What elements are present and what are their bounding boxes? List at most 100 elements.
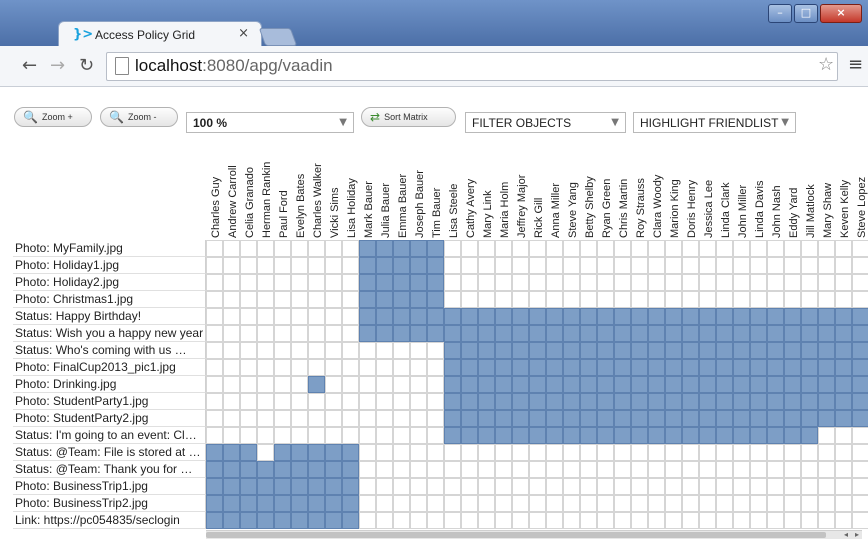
- access-cell[interactable]: [852, 427, 868, 444]
- access-cell[interactable]: [359, 444, 376, 461]
- access-cell-granted[interactable]: [223, 461, 240, 478]
- access-cell[interactable]: [733, 240, 750, 257]
- access-cell-granted[interactable]: [631, 308, 648, 325]
- access-cell-granted[interactable]: [801, 393, 818, 410]
- access-cell-granted[interactable]: [665, 325, 682, 342]
- access-cell[interactable]: [206, 393, 223, 410]
- access-cell[interactable]: [563, 291, 580, 308]
- access-cell[interactable]: [546, 495, 563, 512]
- access-cell[interactable]: [614, 240, 631, 257]
- access-cell[interactable]: [240, 376, 257, 393]
- access-cell-granted[interactable]: [767, 325, 784, 342]
- access-cell[interactable]: [733, 512, 750, 529]
- access-cell-granted[interactable]: [342, 461, 359, 478]
- access-cell[interactable]: [257, 376, 274, 393]
- access-cell-granted[interactable]: [818, 308, 835, 325]
- access-cell-granted[interactable]: [733, 325, 750, 342]
- access-cell[interactable]: [852, 240, 868, 257]
- access-cell-granted[interactable]: [852, 359, 868, 376]
- access-cell-granted[interactable]: [325, 461, 342, 478]
- access-cell[interactable]: [342, 393, 359, 410]
- access-cell[interactable]: [393, 342, 410, 359]
- access-cell-granted[interactable]: [648, 308, 665, 325]
- access-cell-granted[interactable]: [359, 274, 376, 291]
- access-cell[interactable]: [308, 410, 325, 427]
- access-cell-granted[interactable]: [852, 342, 868, 359]
- access-cell-granted[interactable]: [529, 359, 546, 376]
- access-cell-granted[interactable]: [733, 427, 750, 444]
- forward-arrow-icon[interactable]: →: [50, 55, 65, 76]
- access-cell[interactable]: [393, 393, 410, 410]
- access-cell-granted[interactable]: [648, 342, 665, 359]
- access-cell[interactable]: [580, 291, 597, 308]
- access-cell-granted[interactable]: [478, 308, 495, 325]
- access-cell-granted[interactable]: [563, 308, 580, 325]
- access-cell[interactable]: [223, 274, 240, 291]
- access-cell[interactable]: [274, 274, 291, 291]
- access-cell-granted[interactable]: [784, 393, 801, 410]
- access-cell-granted[interactable]: [495, 308, 512, 325]
- access-cell-granted[interactable]: [767, 342, 784, 359]
- access-cell-granted[interactable]: [308, 444, 325, 461]
- access-cell-granted[interactable]: [393, 257, 410, 274]
- access-cell[interactable]: [546, 444, 563, 461]
- access-cell-granted[interactable]: [597, 359, 614, 376]
- access-cell[interactable]: [529, 274, 546, 291]
- maximize-button[interactable]: □: [794, 4, 818, 23]
- scrollbar-thumb[interactable]: [206, 532, 826, 538]
- access-cell[interactable]: [427, 410, 444, 427]
- access-cell[interactable]: [631, 240, 648, 257]
- access-cell[interactable]: [682, 291, 699, 308]
- access-cell-granted[interactable]: [631, 342, 648, 359]
- access-cell-granted[interactable]: [580, 342, 597, 359]
- access-cell[interactable]: [563, 461, 580, 478]
- scroll-left-icon[interactable]: ◂: [844, 530, 848, 539]
- access-cell-granted[interactable]: [801, 427, 818, 444]
- access-cell-granted[interactable]: [546, 410, 563, 427]
- access-cell-granted[interactable]: [461, 325, 478, 342]
- access-cell[interactable]: [682, 478, 699, 495]
- access-cell-granted[interactable]: [682, 427, 699, 444]
- access-cell[interactable]: [393, 478, 410, 495]
- access-cell[interactable]: [325, 342, 342, 359]
- access-cell-granted[interactable]: [648, 393, 665, 410]
- access-cell[interactable]: [308, 393, 325, 410]
- access-cell-granted[interactable]: [818, 359, 835, 376]
- access-cell[interactable]: [648, 495, 665, 512]
- access-cell[interactable]: [410, 393, 427, 410]
- access-cell[interactable]: [665, 444, 682, 461]
- access-cell[interactable]: [325, 410, 342, 427]
- access-cell[interactable]: [410, 461, 427, 478]
- access-cell-granted[interactable]: [614, 376, 631, 393]
- access-cell[interactable]: [376, 376, 393, 393]
- access-cell-granted[interactable]: [325, 512, 342, 529]
- access-cell-granted[interactable]: [682, 342, 699, 359]
- access-cell[interactable]: [852, 512, 868, 529]
- access-cell[interactable]: [223, 342, 240, 359]
- access-cell-granted[interactable]: [461, 342, 478, 359]
- access-cell[interactable]: [308, 325, 325, 342]
- access-cell-granted[interactable]: [614, 359, 631, 376]
- access-cell[interactable]: [784, 512, 801, 529]
- zoom-level-select[interactable]: 100 % ▼: [186, 112, 354, 133]
- access-cell[interactable]: [767, 444, 784, 461]
- access-cell[interactable]: [597, 512, 614, 529]
- access-cell[interactable]: [750, 257, 767, 274]
- access-cell[interactable]: [614, 495, 631, 512]
- access-cell[interactable]: [784, 240, 801, 257]
- access-cell[interactable]: [716, 478, 733, 495]
- access-cell-granted[interactable]: [461, 376, 478, 393]
- access-cell[interactable]: [631, 478, 648, 495]
- access-cell[interactable]: [767, 461, 784, 478]
- access-cell[interactable]: [427, 393, 444, 410]
- access-cell[interactable]: [410, 410, 427, 427]
- access-cell[interactable]: [223, 240, 240, 257]
- access-cell[interactable]: [580, 512, 597, 529]
- access-cell-granted[interactable]: [699, 427, 716, 444]
- access-cell-granted[interactable]: [206, 478, 223, 495]
- access-cell[interactable]: [631, 495, 648, 512]
- access-cell[interactable]: [750, 495, 767, 512]
- access-cell[interactable]: [206, 291, 223, 308]
- access-cell-granted[interactable]: [733, 393, 750, 410]
- access-cell-granted[interactable]: [342, 444, 359, 461]
